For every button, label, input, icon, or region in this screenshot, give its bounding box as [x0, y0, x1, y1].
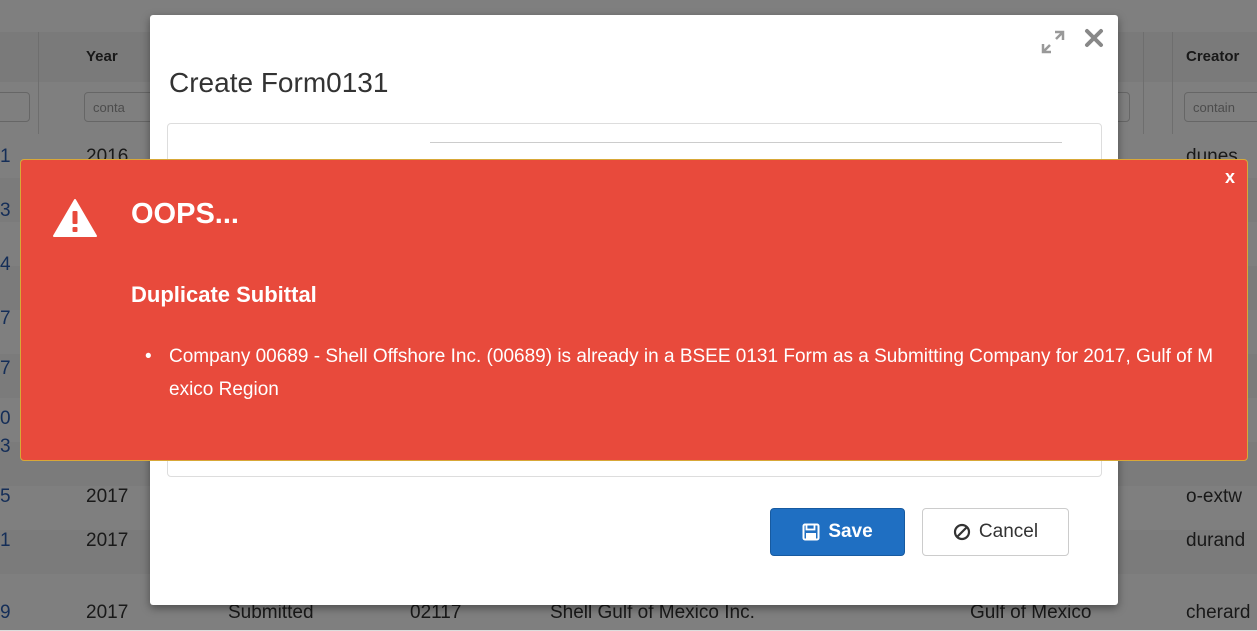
floppy-disk-icon	[802, 523, 820, 541]
cancel-button[interactable]: Cancel	[922, 508, 1069, 556]
save-button-label: Save	[828, 521, 873, 542]
error-alert: OOPS... x Duplicate Subittal Company 006…	[20, 159, 1248, 461]
expand-icon[interactable]	[1040, 29, 1066, 61]
alert-message-list: Company 00689 - Shell Offshore Inc. (006…	[145, 340, 1219, 406]
modal-title: Create Form0131	[169, 67, 389, 98]
ban-icon	[953, 523, 971, 541]
warning-icon	[53, 199, 97, 237]
form-field[interactable]	[430, 142, 1062, 151]
alert-title: OOPS...	[131, 198, 239, 230]
alert-subtitle: Duplicate Subittal	[131, 282, 317, 307]
alert-close-button[interactable]: x	[1225, 167, 1235, 188]
cancel-button-label: Cancel	[978, 521, 1039, 542]
close-icon[interactable]	[1083, 27, 1105, 55]
alert-message: Company 00689 - Shell Offshore Inc. (006…	[145, 340, 1219, 406]
save-button[interactable]: Save	[770, 508, 905, 556]
